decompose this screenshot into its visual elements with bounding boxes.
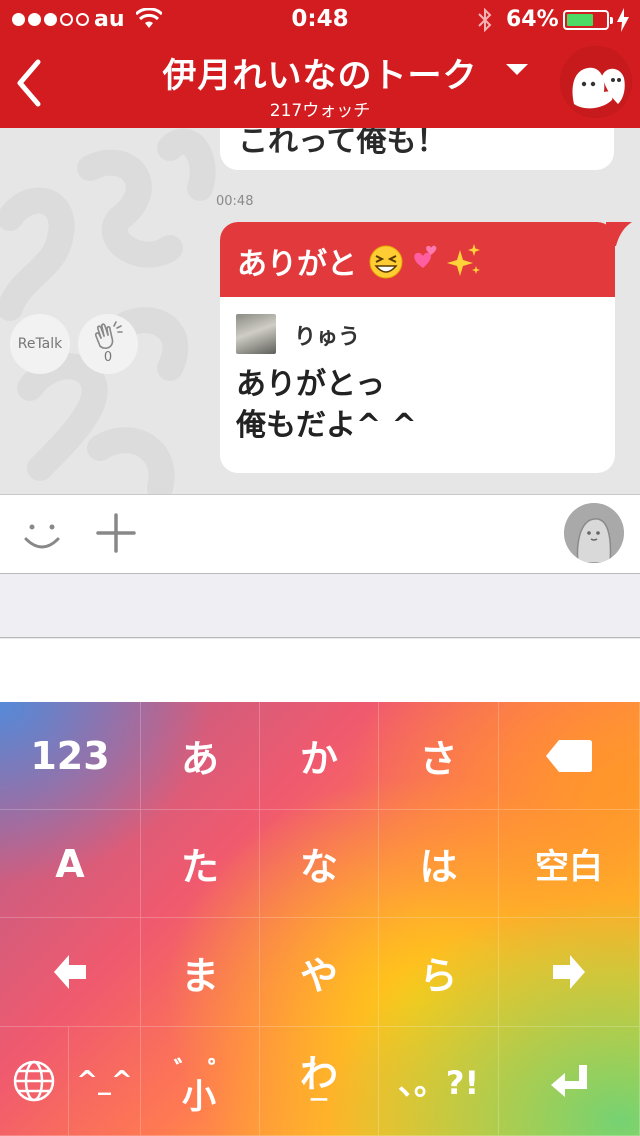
message-header: ありがと [220, 222, 615, 297]
grinning-squint-emoji [369, 245, 403, 279]
key-ka[interactable]: か [260, 702, 379, 810]
return-icon [551, 1065, 587, 1097]
battery-percent: 64% [506, 7, 559, 32]
clap-count: 0 [103, 350, 113, 365]
key-alphabet[interactable]: A [0, 810, 141, 918]
dakuten-label: 小 [182, 1077, 216, 1117]
chat-area[interactable]: これって俺も！ 00:48 ありがと りゅう ありがとっ 俺もだよ^ ^ ReT… [0, 128, 640, 494]
quote-author[interactable]: りゅう [294, 319, 360, 351]
key-a[interactable]: あ [141, 702, 260, 810]
key-dakuten[interactable]: ゛ ゜ 小 [141, 1027, 260, 1136]
message-timestamp: 00:48 [216, 194, 254, 209]
key-kaomoji[interactable]: ^_^ [69, 1027, 141, 1136]
quote-text: ありがとっ 俺もだよ^ ^ [236, 364, 417, 446]
previous-message-text: これって俺も！ [238, 128, 447, 159]
ghost-avatar-icon[interactable] [560, 46, 632, 118]
clap-button[interactable]: 0 [78, 314, 138, 374]
arrow-left-icon [54, 955, 86, 989]
message-header-text: ありがと [237, 247, 357, 282]
smile-icon[interactable] [20, 513, 64, 557]
delete-icon [546, 739, 592, 772]
plus-icon[interactable] [96, 513, 136, 553]
globe-icon [13, 1060, 55, 1102]
key-delete[interactable] [499, 702, 640, 810]
key-wa[interactable]: わ ー [260, 1027, 379, 1136]
key-ma[interactable]: ま [141, 918, 260, 1027]
quote-line: 俺もだよ^ ^ [236, 408, 417, 443]
key-space[interactable]: 空白 [499, 810, 640, 918]
caret-down-icon[interactable] [506, 64, 528, 75]
previous-message-bubble[interactable]: これって俺も！ [220, 128, 614, 170]
key-wa-sub: ー [309, 1088, 329, 1112]
charging-icon [617, 8, 629, 32]
bubble-tail [606, 222, 632, 246]
sparkles-emoji [447, 244, 480, 276]
retalk-button[interactable]: ReTalk [10, 314, 70, 374]
arrow-right-icon [553, 955, 585, 989]
status-bar: au 0:48 64% [0, 0, 640, 40]
page-subtitle: 217ウォッチ [269, 101, 371, 121]
key-globe[interactable] [0, 1027, 69, 1136]
key-numbers[interactable]: 123 [0, 702, 141, 810]
key-return[interactable] [499, 1027, 640, 1136]
key-cursor-left[interactable] [0, 918, 141, 1027]
bluetooth-icon [478, 7, 492, 33]
clap-icon [95, 321, 123, 349]
key-ra[interactable]: ら [379, 918, 499, 1027]
page-title[interactable]: 伊月れいなのトーク [0, 48, 640, 97]
key-cursor-right[interactable] [499, 918, 640, 1027]
two-hearts-emoji [414, 245, 437, 268]
key-ha[interactable]: は [379, 810, 499, 918]
input-bar [0, 494, 640, 574]
key-punctuation[interactable]: 、。?! [379, 1027, 499, 1136]
keyboard: 123 あ か さ A た な は 空白 ま や ら ^_^ ゛ ゜ 小 わ ー… [0, 702, 640, 1136]
quote-line: ありがとっ [236, 367, 386, 402]
emoji-group [369, 244, 480, 279]
key-na[interactable]: な [260, 810, 379, 918]
key-sa[interactable]: さ [379, 702, 499, 810]
battery-icon [563, 10, 613, 30]
user-avatar-icon[interactable] [564, 503, 624, 563]
key-ya[interactable]: や [260, 918, 379, 1027]
key-ta[interactable]: た [141, 810, 260, 918]
keyboard-top-area [0, 639, 640, 702]
quote-thumbnail[interactable] [236, 314, 276, 354]
suggestion-strip [0, 574, 640, 638]
top-bar: au 0:48 64% 伊月れいなのトーク 217ウォッチ [0, 0, 640, 128]
message-bubble[interactable]: ありがと りゅう ありがとっ 俺もだよ^ ^ [220, 222, 615, 473]
